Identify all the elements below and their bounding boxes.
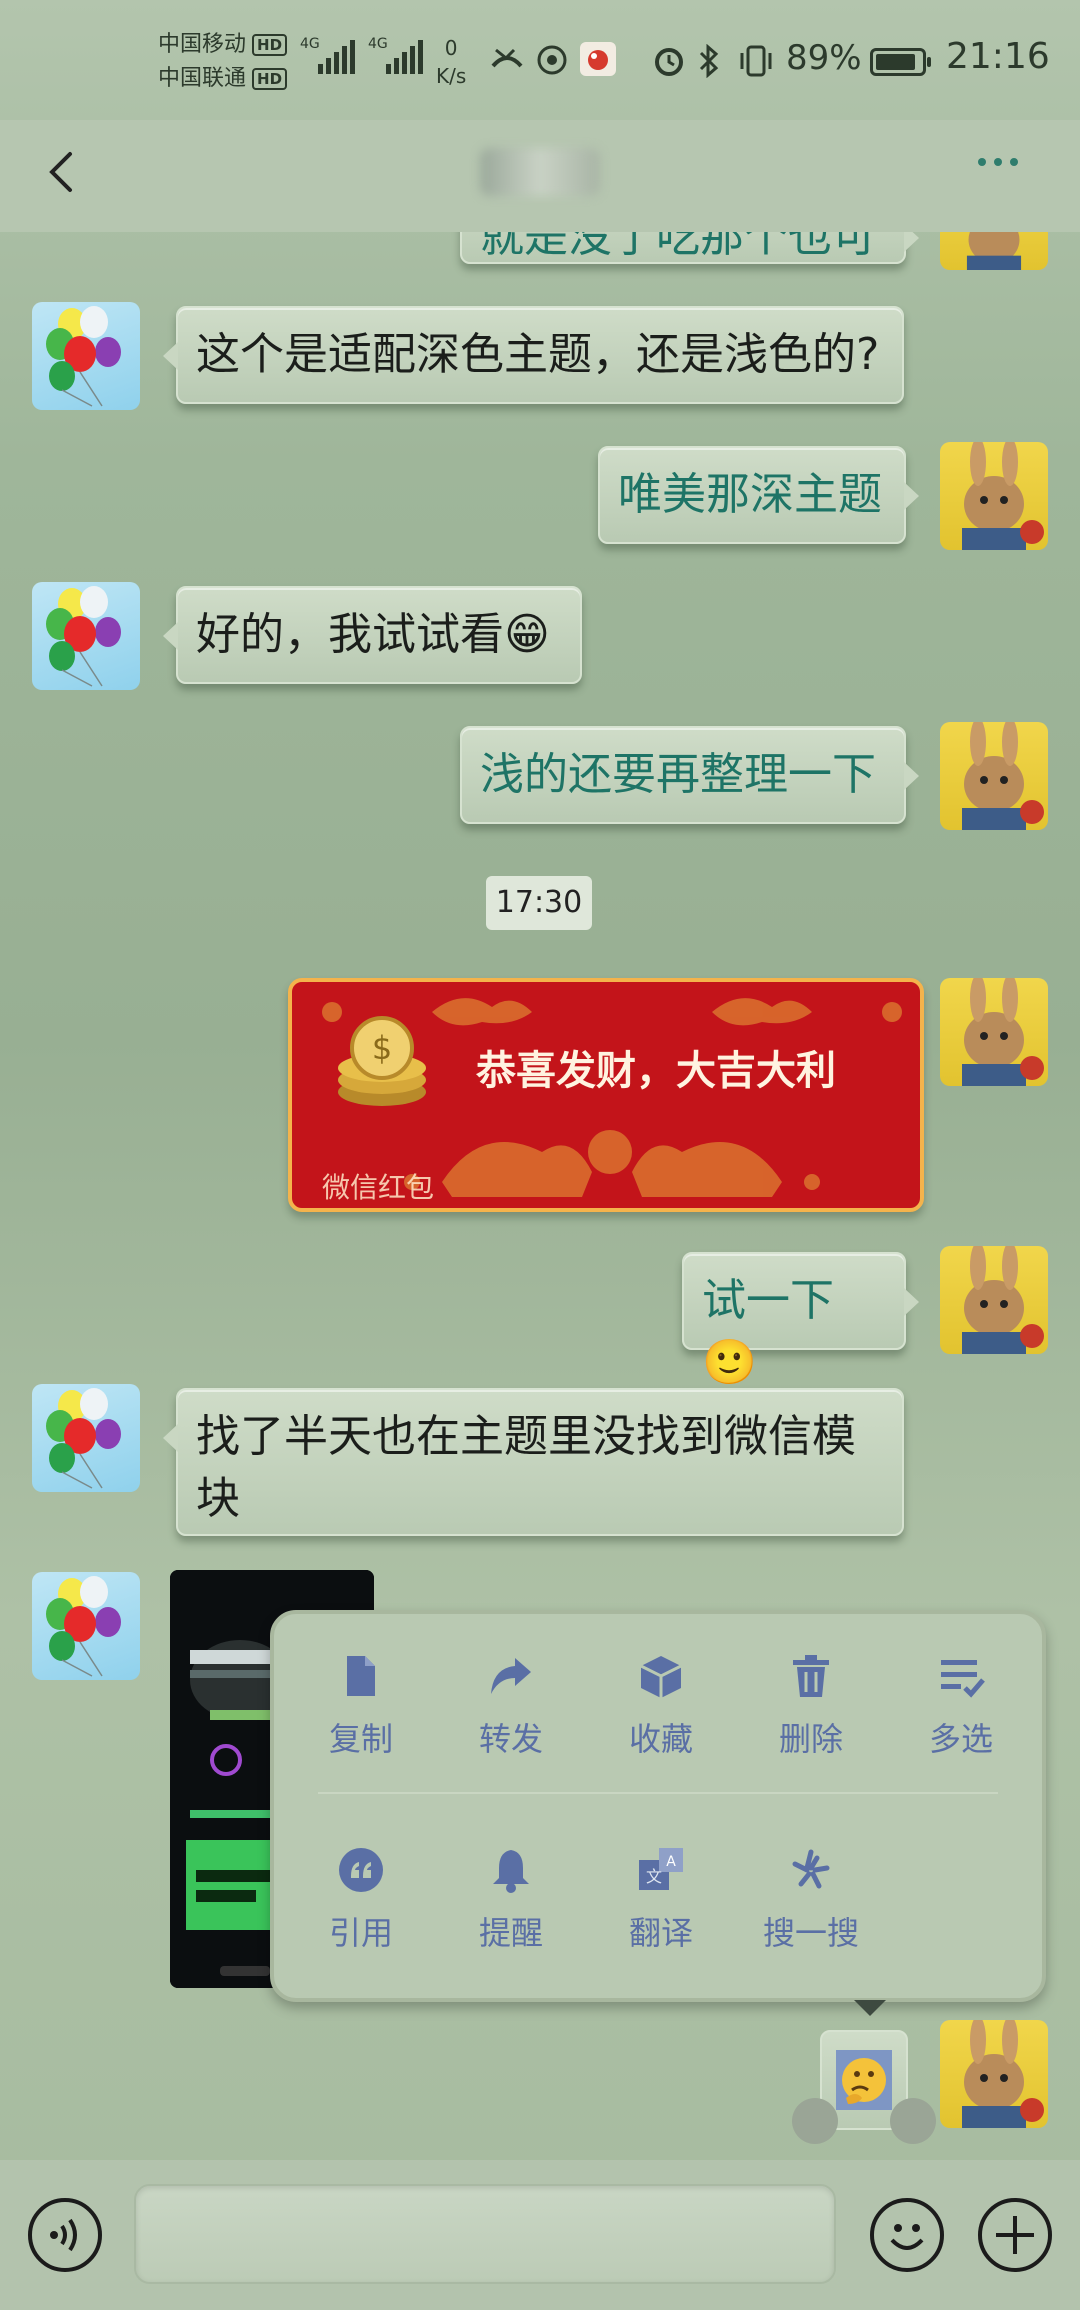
carriers: 中国移动 HD 中国联通 HD xyxy=(158,28,288,96)
message-context-menu: 复制 转发 收藏 删除 多选 引用 提醒 文A 翻译 搜一搜 xyxy=(270,1610,1046,2016)
battery-icon xyxy=(870,48,931,76)
message-text: 这个是适配深色主题，还是浅色的? xyxy=(196,329,880,380)
menu-item-search[interactable]: 搜一搜 xyxy=(736,1846,886,1954)
message-text: 就是没了吃那个也可 xyxy=(480,232,876,262)
app-notification-icon xyxy=(580,42,616,76)
input-bar xyxy=(0,2160,1080,2310)
signal-icon: 4G xyxy=(300,36,355,74)
message-text: 唯美那深主题 xyxy=(618,469,882,520)
chevron-left-icon[interactable] xyxy=(34,142,94,202)
forward-icon xyxy=(491,1658,531,1694)
message-bubble-incoming[interactable]: 好的，我试试看😁 xyxy=(163,586,582,684)
message-text: 试一下🙂 xyxy=(702,1275,834,1388)
balloons-icon xyxy=(46,306,121,407)
timestamp-chip: 17:30 xyxy=(486,876,592,930)
trash-icon xyxy=(793,1655,829,1697)
avatar-self[interactable] xyxy=(940,442,1048,550)
avatar-contact[interactable] xyxy=(32,1572,140,1680)
translate-icon: 文A xyxy=(639,1848,683,1890)
plus-icon xyxy=(996,2216,1034,2254)
chat-title-blurred xyxy=(480,148,600,196)
rabbit-avatar-icon xyxy=(962,1246,1044,1354)
hd-badge: HD xyxy=(252,34,288,56)
message-list[interactable]: 就是没了吃那个也可 这个是适配深色主题，还是浅色的? 唯美那深主题 好的，我试试… xyxy=(0,232,1080,2160)
vibrate-icon xyxy=(740,45,772,77)
rabbit-avatar-icon xyxy=(962,978,1044,1086)
balloons-icon xyxy=(46,1388,121,1489)
rabbit-avatar-icon xyxy=(962,2020,1044,2128)
battery-percent: 89% xyxy=(786,38,862,78)
red-packet-card[interactable]: $ 恭喜发财，大吉大利 微信红包 xyxy=(288,978,924,1212)
svg-text:$: $ xyxy=(372,1029,392,1067)
message-input[interactable] xyxy=(134,2184,836,2284)
nfc-icon xyxy=(537,45,567,75)
carrier-1-label: 中国移动 xyxy=(158,32,247,57)
voice-button[interactable] xyxy=(28,2198,102,2272)
bell-icon xyxy=(493,1850,529,1893)
avatar-self[interactable] xyxy=(940,722,1048,830)
gold-coins-icon: $ xyxy=(338,1016,426,1106)
emoji-button[interactable] xyxy=(870,2198,944,2272)
status-bar: 中国移动 HD 中国联通 HD 4G 4G 0 K/s 89% 21:16 xyxy=(0,0,1080,120)
message-bubble-outgoing[interactable]: 就是没了吃那个也可 xyxy=(460,232,919,264)
search-sparkle-icon xyxy=(792,1849,830,1889)
message-text: 找了半天也在主题里没找到微信模块 xyxy=(196,1411,856,1524)
status-clock: 21:16 xyxy=(946,36,1050,77)
chat-header xyxy=(0,120,1080,232)
copy-icon xyxy=(347,1656,375,1696)
avatar-contact[interactable] xyxy=(32,582,140,690)
menu-item-favorite[interactable]: 收藏 xyxy=(586,1652,736,1760)
rabbit-avatar-icon xyxy=(962,442,1044,550)
red-packet-greeting: 恭喜发财，大吉大利 xyxy=(476,1048,836,1094)
avatar-self[interactable] xyxy=(940,2020,1048,2128)
message-bubble-incoming[interactable]: 找了半天也在主题里没找到微信模块 xyxy=(163,1388,904,1536)
balloons-icon xyxy=(46,1576,121,1677)
message-text: 浅的还要再整理一下 xyxy=(480,749,876,800)
missed-call-icon xyxy=(491,48,523,68)
menu-item-remind[interactable]: 提醒 xyxy=(436,1846,586,1954)
svg-text:A: A xyxy=(666,1854,676,1870)
red-packet-footer: 微信红包 xyxy=(322,1171,435,1204)
menu-item-translate[interactable]: 文A 翻译 xyxy=(586,1846,736,1954)
svg-text:文: 文 xyxy=(646,1867,662,1886)
message-bubble-incoming[interactable]: 这个是适配深色主题，还是浅色的? xyxy=(163,306,904,404)
menu-divider xyxy=(318,1792,998,1794)
emoji-icon xyxy=(890,2224,924,2250)
avatar-contact[interactable] xyxy=(32,1384,140,1492)
avatar-self[interactable] xyxy=(940,232,1048,270)
avatar-self[interactable] xyxy=(940,1246,1048,1354)
selection-handle-left[interactable] xyxy=(792,2098,838,2144)
quote-icon xyxy=(339,1848,383,1892)
voice-icon xyxy=(50,2218,77,2252)
avatar-contact[interactable] xyxy=(32,302,140,410)
balloons-icon xyxy=(46,586,121,687)
carrier-2-label: 中国联通 xyxy=(158,66,247,91)
hd-badge: HD xyxy=(252,68,288,90)
multiselect-icon xyxy=(941,1660,985,1698)
plus-button[interactable] xyxy=(978,2198,1052,2272)
menu-item-copy[interactable]: 复制 xyxy=(286,1652,436,1760)
signal-icon: 4G xyxy=(368,36,423,74)
rabbit-avatar-icon xyxy=(962,722,1044,830)
alarm-icon xyxy=(655,48,683,76)
message-text: 好的，我试试看😁 xyxy=(196,609,550,660)
net-speed: 0 K/s xyxy=(436,36,467,88)
bluetooth-icon xyxy=(699,44,719,78)
menu-item-multiselect[interactable]: 多选 xyxy=(886,1652,1036,1760)
more-dots-icon[interactable] xyxy=(978,158,1018,166)
message-bubble-outgoing[interactable]: 试一下🙂 xyxy=(682,1252,919,1388)
menu-item-delete[interactable]: 删除 xyxy=(736,1652,886,1760)
menu-item-forward[interactable]: 转发 xyxy=(436,1652,586,1760)
message-bubble-outgoing[interactable]: 唯美那深主题 xyxy=(598,446,919,544)
message-bubble-outgoing[interactable]: 浅的还要再整理一下 xyxy=(460,726,919,824)
menu-item-quote[interactable]: 引用 xyxy=(286,1846,436,1954)
avatar-self[interactable] xyxy=(940,978,1048,1086)
favorite-box-icon xyxy=(640,1656,682,1698)
selection-handle-right[interactable] xyxy=(890,2098,936,2144)
